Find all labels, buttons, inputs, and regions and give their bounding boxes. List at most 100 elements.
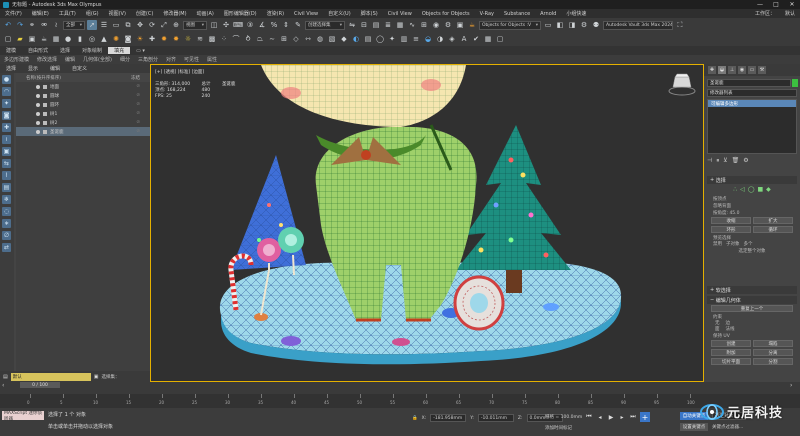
select-by-name-icon[interactable]: ☰ [99, 20, 109, 30]
attach-button[interactable]: 附加 [711, 349, 751, 356]
freeze-icon[interactable]: ⊘ [136, 102, 150, 107]
freeze-icon[interactable]: ⊘ [136, 120, 150, 125]
menu-animation[interactable]: 动画(A) [192, 10, 219, 17]
ring-button[interactable]: 环形 [711, 226, 751, 233]
move-icon[interactable]: ✥ [135, 20, 145, 30]
unlink-icon[interactable]: ⚮ [39, 20, 49, 30]
create-button[interactable]: 创建 [711, 340, 751, 347]
tree-row[interactable]: 圆环 ⊘ [16, 100, 150, 109]
freeze-icon[interactable]: ⊘ [136, 129, 150, 134]
filter-spacewarps-icon[interactable]: ≀ [2, 135, 11, 144]
track-bar[interactable]: 0 5 10 15 20 25 30 35 40 45 50 55 60 65 70 75 80 85 90 95 10… [0, 394, 800, 408]
sun-icon[interactable]: ☀ [135, 34, 145, 44]
link-icon[interactable]: ⚭ [27, 20, 37, 30]
light-icon[interactable]: ✺ [111, 34, 121, 44]
ribbon-tab-object-paint[interactable]: 对象绘制 [76, 47, 108, 54]
ribbon-tab-populate[interactable]: 填充 [108, 47, 131, 54]
ribbon-options-icon[interactable]: ▭ ▾ [130, 48, 151, 54]
visibility-eye-icon[interactable] [36, 120, 40, 125]
key-filters-button[interactable]: 关键点过滤器... [712, 423, 746, 431]
filter-containers-icon[interactable]: ▤ [2, 183, 11, 192]
set-key-button[interactable]: 设置关键点 [680, 423, 708, 431]
y-coordinate-field[interactable]: -10.011mm [477, 414, 514, 422]
filter-groups-icon[interactable]: ▣ [2, 147, 11, 156]
project-icon[interactable]: ◧ [555, 20, 565, 30]
vray-frame-icon[interactable]: ▤ [363, 34, 373, 44]
polygon-mode-icon[interactable]: ■ [757, 186, 763, 193]
freeze-icon[interactable]: ⊘ [136, 84, 150, 89]
layer-toggle-icon[interactable]: ▤ [3, 374, 8, 380]
box-icon[interactable]: ▦ [51, 34, 61, 44]
detach-button[interactable]: 分离 [753, 349, 793, 356]
filter-geometry-icon[interactable]: ● [2, 75, 11, 84]
new-scene-icon[interactable]: ▢ [3, 34, 13, 44]
torus-icon[interactable]: ◎ [87, 34, 97, 44]
rollout-selection-title[interactable]: + 选择 [707, 176, 797, 184]
modifier-list-dropdown[interactable]: 修改器列表 [707, 89, 797, 97]
create-tab-icon[interactable]: ✚ [708, 66, 716, 74]
split-checkbox[interactable]: 分割 [753, 358, 793, 365]
selection-filter-dropdown[interactable]: 全部 ▾ [63, 20, 85, 30]
camera-icon[interactable]: ◙ [123, 34, 133, 44]
filter-invert-icon[interactable]: ⇄ [2, 243, 11, 252]
filter-none-icon[interactable]: ∅ [2, 231, 11, 240]
save-icon[interactable]: ▣ [27, 34, 37, 44]
tree-row[interactable]: 圆球 ⊘ [16, 91, 150, 100]
modifier-turbosmooth-icon[interactable]: ◍ [315, 34, 325, 44]
menu-edit[interactable]: 编辑(E) [27, 10, 54, 17]
explorer-tab-edit[interactable]: 编辑 [44, 65, 66, 72]
sphere-icon[interactable]: ● [63, 34, 73, 44]
preserve-uvs-checkbox[interactable]: 保持 UV [707, 332, 797, 339]
folder-open-icon[interactable]: ▭ [543, 20, 553, 30]
modifier-taper-icon[interactable]: ⏢ [255, 34, 265, 44]
explorer-tab-customize[interactable]: 自定义 [66, 65, 93, 72]
vray-mtl-icon[interactable]: ◑ [435, 34, 445, 44]
render-frame-icon[interactable]: ▣ [455, 20, 465, 30]
menu-file[interactable]: 文件(F) [0, 10, 27, 17]
render-production-icon[interactable]: ☕ [467, 20, 477, 30]
menu-scripting[interactable]: 脚本(S) [356, 10, 383, 17]
redo-icon[interactable]: ↷ [15, 20, 25, 30]
layer-field[interactable]: 默认 [10, 372, 91, 381]
scene-states-icon[interactable]: ◨ [567, 20, 577, 30]
maxscript-listener[interactable]: MAXScript 迷你侦听器 [2, 411, 44, 422]
set-key-icon[interactable]: + [640, 412, 650, 422]
workspace-value[interactable]: 默认 [780, 10, 800, 17]
toggle-ribbon-icon[interactable]: ▦ [395, 20, 405, 30]
sky-light-icon[interactable]: ☼ [183, 34, 193, 44]
menu-create[interactable]: 创建(C) [131, 10, 158, 17]
menu-views[interactable]: 视图(V) [104, 10, 131, 17]
menu-substance[interactable]: Substance [499, 11, 535, 17]
tree-row[interactable]: 地面 ⊘ [16, 82, 150, 91]
particle-icon[interactable]: ⁘ [219, 34, 229, 44]
make-unique-icon[interactable]: ⊻ [723, 157, 727, 165]
subtab-visibility[interactable]: 可见性 [180, 56, 203, 63]
objects-dropdown[interactable]: Objects for Objects :V ▾ [479, 20, 541, 30]
modifier-edit-poly-icon[interactable]: ◆ [339, 34, 349, 44]
by-angle-checkbox[interactable]: 按角度: 45.0 [707, 209, 797, 216]
place-icon[interactable]: ⊕ [171, 20, 181, 30]
lock-selection-icon[interactable]: 🔒 [412, 416, 418, 421]
snaps-toggle-icon[interactable]: ③ [245, 20, 255, 30]
menu-vray[interactable]: V-Ray [475, 11, 499, 17]
vray-fur-icon[interactable]: ≡ [411, 34, 421, 44]
menu-rendering[interactable]: 渲染(R) [262, 10, 289, 17]
hierarchy-tab-icon[interactable]: ⊥ [728, 66, 736, 74]
arnold-icon[interactable]: A [459, 34, 469, 44]
ribbon-tab-freeform[interactable]: 自由形式 [22, 47, 54, 54]
angle-snap-icon[interactable]: ∡ [257, 20, 267, 30]
menu-objects[interactable]: Objects for Objects [417, 11, 475, 17]
subtab-subdivision[interactable]: 细分 [116, 56, 134, 63]
element-mode-icon[interactable]: ◆ [766, 186, 771, 193]
border-mode-icon[interactable]: ◯ [748, 186, 755, 193]
modifier-uvw-icon[interactable]: ▧ [327, 34, 337, 44]
spinner-snap-icon[interactable]: ⇕ [281, 20, 291, 30]
pin-stack-icon[interactable]: ⊣ [707, 157, 712, 165]
ribbon-tab-selection[interactable]: 选择 [54, 47, 76, 54]
menu-arnold[interactable]: Arnold [535, 11, 561, 17]
tree-header-name[interactable]: 名称(按升序排序) [26, 75, 61, 81]
tree-header-frozen[interactable]: 冻结 [131, 75, 150, 81]
filter-lights-icon[interactable]: ✦ [2, 99, 11, 108]
goto-start-icon[interactable]: ⏮ [585, 413, 593, 421]
prev-key-icon[interactable]: ◂ [596, 413, 604, 421]
